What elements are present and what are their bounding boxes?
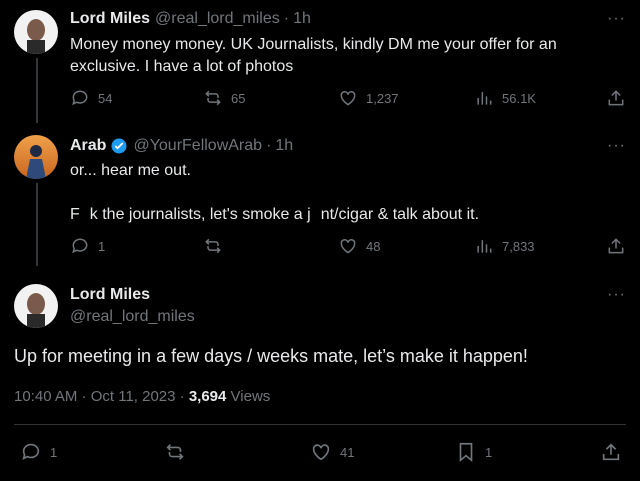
views-button[interactable]: 7,833: [474, 236, 535, 256]
share-icon: [602, 443, 620, 461]
tweet-1[interactable]: Lord Miles @real_lord_miles · 1h ··· Mon…: [0, 0, 640, 128]
share-button[interactable]: [600, 441, 622, 463]
reply-count: 1: [50, 444, 58, 460]
reply-icon: [22, 443, 40, 460]
author-handle[interactable]: @real_lord_miles: [70, 308, 195, 326]
retweet-button[interactable]: [203, 236, 231, 256]
views-count: 7,833: [502, 238, 535, 254]
reply-icon: [72, 238, 88, 254]
views-label: Views: [226, 388, 271, 405]
retweet-icon: [166, 444, 184, 460]
main-tweet: Lord Miles @real_lord_miles ··· Up for m…: [0, 266, 640, 481]
separator-dot: ·: [266, 137, 272, 154]
tweet-time[interactable]: 1h: [293, 10, 311, 28]
tweet-text-line-1: or... hear me out.: [70, 162, 191, 179]
retweet-count: 65: [231, 90, 246, 106]
bookmark-button[interactable]: 1: [455, 441, 492, 463]
tweet-text-line-2: Fk the journalists, let's smoke a j nt/ci…: [70, 206, 480, 223]
retweet-icon: [205, 90, 221, 106]
heart-icon: [340, 90, 356, 106]
like-count: 1,237: [366, 90, 399, 106]
avatar-lord-miles[interactable]: [14, 10, 58, 54]
reply-button[interactable]: 1: [20, 441, 57, 463]
reply-button[interactable]: 54: [70, 88, 112, 108]
like-button[interactable]: 48: [338, 236, 380, 256]
divider: [14, 424, 626, 425]
like-count: 41: [340, 444, 355, 460]
share-icon: [608, 90, 624, 106]
heart-icon: [340, 238, 356, 254]
share-button[interactable]: [606, 88, 626, 108]
tweet-2[interactable]: Arab @YourFellowArab · 1h ··· or... hear…: [0, 123, 640, 283]
tweet-text-line-1: Money money money. UK Journalists, kindl…: [70, 36, 557, 53]
views-count: 3,694: [188, 388, 227, 405]
share-button[interactable]: [606, 236, 626, 256]
retweet-button[interactable]: 65: [203, 88, 245, 108]
author-handle[interactable]: @YourFellowArab: [133, 137, 262, 155]
bookmark-count: 1: [485, 444, 493, 460]
main-tweet-text: Up for meeting in a few days / weeks mat…: [14, 346, 528, 366]
avatar-lord-miles[interactable]: [14, 284, 58, 328]
retweet-button[interactable]: [164, 441, 194, 463]
more-icon[interactable]: ···: [607, 286, 626, 304]
author-name[interactable]: Arab: [70, 137, 106, 155]
like-count: 48: [366, 238, 381, 254]
like-button[interactable]: 1,237: [338, 88, 399, 108]
reply-count: 54: [98, 90, 113, 106]
reply-button[interactable]: 1: [70, 236, 105, 256]
like-button[interactable]: 41: [310, 441, 354, 463]
views-chart-icon: [477, 92, 492, 105]
verified-badge-icon: [111, 138, 127, 154]
tweet-timestamp[interactable]: 10:40 AM · Oct 11, 2023 ·: [14, 388, 189, 405]
share-icon: [608, 238, 624, 254]
author-handle[interactable]: @real_lord_miles: [155, 10, 280, 28]
author-name[interactable]: Lord Miles: [70, 10, 150, 28]
tweet-text-line-2: exclusive. I have a lot of photos: [70, 58, 294, 75]
views-chart-icon: [477, 240, 492, 253]
tweet-time[interactable]: 1h: [275, 137, 293, 155]
separator-dot: ·: [283, 10, 290, 27]
reply-count: 1: [98, 238, 106, 254]
retweet-icon: [205, 238, 221, 254]
views-button[interactable]: 56.1K: [474, 88, 536, 108]
more-icon[interactable]: ···: [607, 10, 626, 28]
heart-icon: [312, 444, 330, 461]
author-name[interactable]: Lord Miles: [70, 286, 150, 304]
bookmark-icon: [459, 442, 473, 463]
views-count: 56.1K: [502, 90, 536, 106]
reply-icon: [72, 90, 88, 106]
more-icon[interactable]: ···: [607, 137, 626, 155]
avatar-arab[interactable]: [14, 135, 58, 179]
